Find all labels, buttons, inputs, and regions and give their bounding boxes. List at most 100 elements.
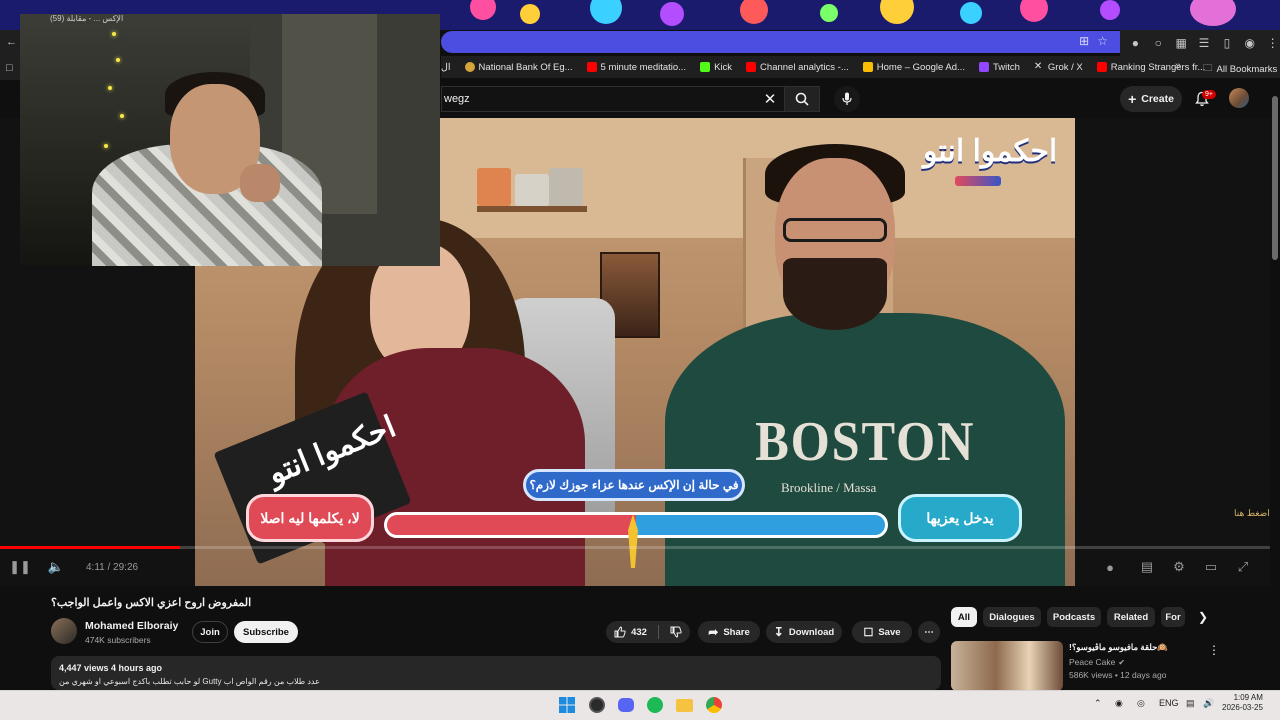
- google-ads-icon: [862, 62, 873, 72]
- download-icon: ↧: [773, 625, 784, 639]
- recommendation-channel[interactable]: Peace Cake ✔: [1069, 657, 1125, 667]
- scrollbar-thumb[interactable]: [1272, 96, 1278, 260]
- network-icon[interactable]: ▤: [1186, 698, 1195, 709]
- bookmark-item[interactable]: ال: [441, 62, 451, 73]
- recommendation-title[interactable]: 🙉حلقة مافيوسو ماڤيوسو؟!: [1069, 642, 1168, 653]
- share-icon: ➦: [708, 625, 719, 639]
- recommendation-thumbnail[interactable]: [951, 641, 1063, 691]
- speaker-icon[interactable]: 🔊: [1203, 698, 1214, 709]
- bookmarks-bar: ال National Bank Of Eg... 5 minute medit…: [441, 56, 1280, 78]
- microphone-tray-icon[interactable]: ◎: [1137, 698, 1145, 709]
- video-decor: [477, 168, 511, 206]
- bookmark-star-icon[interactable]: ☆: [1097, 34, 1108, 48]
- clock-time: 1:09 AM: [1233, 693, 1263, 702]
- chip-for-you[interactable]: For: [1161, 607, 1185, 627]
- sidepanel-icon[interactable]: ▯: [1219, 35, 1234, 51]
- chip-dialogues[interactable]: Dialogues: [983, 607, 1041, 627]
- system-clock[interactable]: 1:09 AM 2026-03-25: [1222, 693, 1263, 714]
- progress-bar[interactable]: [0, 546, 1270, 549]
- more-vertical-icon[interactable]: ⋮: [1208, 642, 1220, 658]
- puzzle-icon[interactable]: ▦: [1174, 35, 1189, 51]
- like-button[interactable]: 432: [614, 626, 647, 638]
- volume-button[interactable]: 🔈: [48, 558, 64, 576]
- poll-bar-right-fill: [636, 515, 885, 535]
- bank-icon: [464, 62, 475, 72]
- bookmark-item[interactable]: Ranking Strangers fr...: [1096, 62, 1205, 73]
- media-icon[interactable]: ☰: [1197, 35, 1212, 51]
- language-indicator[interactable]: ENG: [1159, 698, 1179, 708]
- discord-app-icon[interactable]: [616, 695, 636, 715]
- bookmark-item[interactable]: Kick: [700, 62, 732, 73]
- record-icon[interactable]: ○: [1151, 35, 1166, 51]
- chip-podcasts[interactable]: Podcasts: [1047, 607, 1101, 627]
- file-explorer-icon[interactable]: [674, 695, 694, 715]
- account-avatar[interactable]: [1229, 88, 1249, 108]
- voice-search-button[interactable]: [834, 86, 860, 112]
- fullscreen-button[interactable]: ⤢: [1235, 558, 1251, 576]
- channel-name[interactable]: Mohamed Elboraiy: [85, 620, 178, 632]
- dislike-button[interactable]: [670, 626, 682, 638]
- extension-icon[interactable]: ●: [1128, 35, 1143, 51]
- more-actions-button[interactable]: ⋯: [918, 621, 940, 643]
- tray-chevron-icon[interactable]: ⌃: [1094, 698, 1102, 709]
- chrome-app-icon[interactable]: [704, 695, 724, 715]
- spotify-app-icon[interactable]: [645, 695, 665, 715]
- youtube-icon: [746, 62, 757, 72]
- all-bookmarks-button[interactable]: 🗀 All Bookmarks: [1203, 61, 1277, 77]
- channel-avatar[interactable]: [51, 618, 77, 644]
- address-bar[interactable]: ⊞ ☆: [441, 31, 1120, 53]
- settings-button[interactable]: ⚙: [1171, 558, 1187, 576]
- bookmark-item[interactable]: 5 minute meditatio...: [586, 62, 686, 73]
- obs-app-icon[interactable]: [587, 695, 607, 715]
- back-icon[interactable]: ←: [6, 36, 17, 48]
- create-button[interactable]: + Create: [1120, 86, 1182, 112]
- time-display: 4:11 / 29:26: [86, 561, 139, 573]
- webcam-light: [104, 144, 108, 148]
- autoplay-icon: ●: [1106, 559, 1114, 575]
- screen: ← □ ⋮ ⊞ ☆ ● ○ ▦ ☰ ▯ ◉ ⋮ ال National Bank…: [0, 0, 1280, 720]
- chevron-right-icon[interactable]: ❯: [1196, 610, 1210, 624]
- youtube-icon: [586, 62, 597, 72]
- clock-date: 2026-03-25: [1222, 703, 1263, 713]
- video-shelf: [477, 206, 587, 212]
- captions-button[interactable]: ▤: [1139, 558, 1155, 576]
- bookmark-item[interactable]: National Bank Of Eg...: [464, 62, 573, 73]
- profile-icon[interactable]: ◉: [1242, 35, 1257, 51]
- search-icon: [795, 92, 809, 106]
- autoplay-toggle[interactable]: ●: [1102, 558, 1118, 576]
- share-button[interactable]: ➦ Share: [698, 621, 760, 643]
- windows-start-icon[interactable]: [557, 695, 577, 715]
- clear-search-icon[interactable]: ✕: [760, 90, 780, 108]
- more-horizontal-icon: ⋯: [924, 626, 934, 638]
- theater-button[interactable]: ▭: [1203, 558, 1219, 576]
- download-button[interactable]: ↧ Download: [766, 621, 842, 643]
- save-icon: ☐: [863, 626, 874, 639]
- like-dislike-group: 432: [606, 621, 690, 643]
- chip-all[interactable]: All: [951, 607, 977, 627]
- install-app-icon[interactable]: ⊞: [1079, 34, 1089, 48]
- recommendation-meta: 586K views • 12 days ago: [1069, 670, 1167, 680]
- tab-icon[interactable]: □: [6, 62, 13, 74]
- tray-app-icon[interactable]: ◉: [1115, 698, 1123, 709]
- subscriber-count: 474K subscribers: [85, 635, 151, 645]
- bookmark-item[interactable]: Twitch: [978, 62, 1020, 73]
- shirt-text: BOSTON: [755, 411, 976, 473]
- bookmark-item[interactable]: ✕ Grok / X: [1034, 62, 1083, 73]
- save-button[interactable]: ☐ Save: [852, 621, 912, 643]
- join-button[interactable]: Join: [192, 621, 228, 643]
- side-hint-text: اضغط هنا: [1234, 508, 1270, 518]
- search-input[interactable]: wegz: [441, 86, 784, 112]
- webcam-tab-label: (59) الإكس ... - مقابلة: [50, 14, 124, 23]
- pause-button[interactable]: ❚❚: [9, 558, 31, 576]
- more-bookmarks-icon[interactable]: »: [1175, 60, 1181, 72]
- person-right-beard: [783, 258, 887, 330]
- webcam-person-hand: [240, 164, 280, 202]
- twitch-icon: [978, 62, 989, 72]
- bookmark-item[interactable]: Channel analytics -...: [746, 62, 849, 73]
- search-button[interactable]: [784, 86, 820, 112]
- browser-menu-icon[interactable]: ⋮: [1265, 35, 1280, 51]
- bookmark-item[interactable]: Home – Google Ad...: [862, 62, 965, 73]
- subscribe-button[interactable]: Subscribe: [234, 621, 298, 643]
- webcam-light: [120, 114, 124, 118]
- chip-related[interactable]: Related: [1107, 607, 1155, 627]
